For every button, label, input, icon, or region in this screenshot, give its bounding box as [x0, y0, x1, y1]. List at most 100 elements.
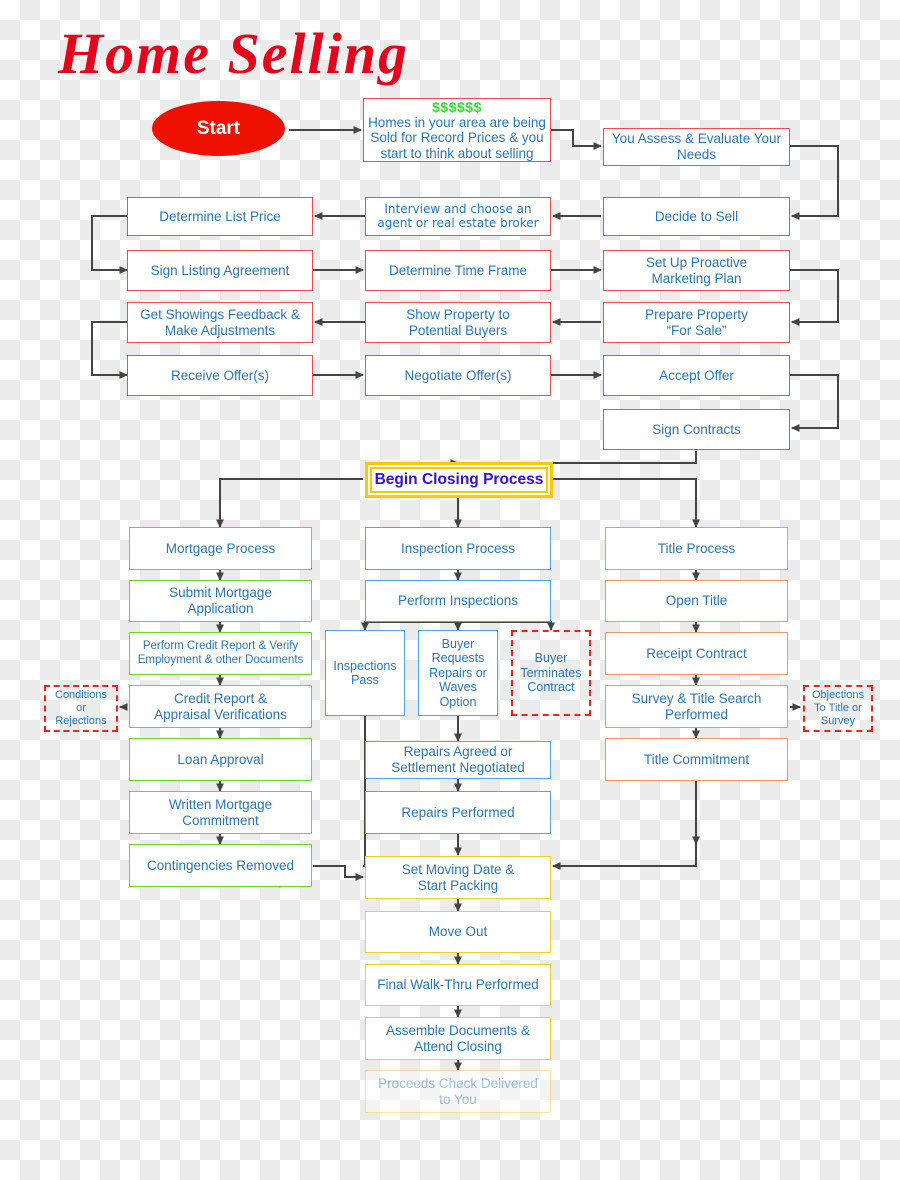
- node-set-moving-date: Set Moving Date & Start Packing: [365, 856, 551, 899]
- node-decide-to-sell: Decide to Sell: [603, 197, 790, 236]
- node-assess-line2: Needs: [676, 147, 717, 162]
- node-title-process-label: Title Process: [657, 540, 736, 556]
- node-inspections-pass-line1: Inspections: [333, 658, 397, 673]
- node-objections-title-survey: Objections To Title or Survey: [803, 685, 873, 732]
- node-credit-report-verify: Perform Credit Report & Verify Employmen…: [129, 632, 312, 675]
- node-showings-feedback-line2: Make Adjustments: [164, 322, 276, 338]
- node-mortgage-process-label: Mortgage Process: [165, 540, 276, 556]
- node-final-walk-thru: Final Walk-Thru Performed: [365, 964, 551, 1006]
- node-buyer-terminates-line2: Terminates: [520, 665, 582, 680]
- node-inspections-pass-line2: Pass: [351, 673, 379, 687]
- node-receive-offers-label: Receive Offer(s): [170, 367, 270, 383]
- node-open-title-label: Open Title: [665, 593, 728, 609]
- node-marketing-plan-line2: Marketing Plan: [651, 270, 742, 286]
- node-buyer-terminates-contract: Buyer Terminates Contract: [511, 630, 591, 716]
- node-objections-line3: Survey: [820, 715, 856, 728]
- node-buyer-requests-repairs: Buyer Requests Repairs or Waves Option: [418, 630, 498, 716]
- start-label: Start: [196, 117, 241, 139]
- node-accept-offer-label: Accept Offer: [659, 367, 734, 383]
- node-loan-approval-label: Loan Approval: [177, 751, 264, 767]
- node-inspections-pass: Inspections Pass: [325, 630, 405, 716]
- node-buyer-terminates-line3: Contract: [527, 680, 575, 695]
- money-symbols: $$$$$$: [432, 98, 482, 115]
- node-interview-agent: Interview and choose an agent or real es…: [365, 197, 551, 236]
- node-submit-mortgage-line1: Submit Mortgage: [169, 585, 272, 601]
- node-title-process: Title Process: [605, 527, 788, 570]
- flowchart-canvas: Home Selling Start $$$$$$ Homes in your …: [0, 0, 900, 1180]
- node-assess-line1: You Assess & Evaluate Your: [611, 131, 782, 147]
- node-proceeds-check-line1: Proceeds Check Delivered: [378, 1075, 538, 1091]
- node-objections-line1: Objections: [812, 688, 864, 701]
- node-buyer-requests-line1: Buyer: [441, 637, 475, 652]
- node-conditions-line3: Rejections: [55, 715, 107, 728]
- node-marketing-plan-line1: Set Up Proactive: [645, 254, 748, 270]
- node-perform-inspections-label: Perform Inspections: [397, 593, 519, 609]
- node-prepare-property-line1: Prepare Property: [645, 306, 748, 322]
- node-conditions-line1: Conditions: [55, 688, 107, 701]
- node-prepare-property-line2: “For Sale”: [666, 322, 727, 338]
- node-determine-list-price-label: Determine List Price: [159, 208, 281, 224]
- node-survey-line2: Performed: [664, 706, 729, 722]
- node-repairs-agreed-line1: Repairs Agreed or: [403, 744, 513, 760]
- node-contingencies-removed: Contingencies Removed: [129, 844, 312, 887]
- node-show-property: Show Property to Potential Buyers: [365, 302, 551, 343]
- node-showings-feedback-line1: Get Showings Feedback &: [140, 306, 300, 322]
- node-buyer-requests-line2: Requests: [431, 651, 485, 666]
- node-assemble-docs-line1: Assemble Documents &: [385, 1022, 531, 1038]
- node-submit-mortgage-application: Submit Mortgage Application: [129, 580, 312, 622]
- node-repairs-performed: Repairs Performed: [365, 791, 551, 834]
- node-buyer-terminates-line1: Buyer: [534, 651, 568, 666]
- node-written-commitment-line2: Commitment: [182, 812, 259, 828]
- node-mortgage-process: Mortgage Process: [129, 527, 312, 570]
- node-credit-appraisal-line1: Credit Report &: [173, 690, 268, 706]
- node-decide-to-sell-label: Decide to Sell: [654, 208, 739, 224]
- node-survey-title-search: Survey & Title Search Performed: [605, 685, 788, 728]
- node-show-property-line2: Potential Buyers: [408, 322, 508, 338]
- node-begin-closing-process: Begin Closing Process: [365, 462, 553, 498]
- node-receipt-contract-label: Receipt Contract: [646, 645, 747, 661]
- node-sign-contracts: Sign Contracts: [603, 409, 790, 450]
- node-credit-verify-line1: Perform Credit Report & Verify: [142, 640, 299, 653]
- node-set-moving-date-line2: Start Packing: [417, 877, 499, 893]
- node-objections-line2: To Title or: [814, 701, 862, 714]
- node-title-commitment: Title Commitment: [605, 738, 788, 781]
- node-prepare-property: Prepare Property “For Sale”: [603, 302, 790, 343]
- node-interview-line1: Interview and choose an: [384, 201, 532, 216]
- node-move-out-label: Move Out: [428, 924, 488, 940]
- node-credit-verify-line2: Employment & other Documents: [137, 653, 304, 666]
- node-perform-inspections: Perform Inspections: [365, 580, 551, 622]
- node-determine-time-frame: Determine Time Frame: [365, 250, 551, 291]
- node-conditions-line2: or: [76, 701, 86, 714]
- node-determine-time-frame-label: Determine Time Frame: [388, 262, 528, 278]
- node-market-conditions: $$$$$$ Homes in your area are being Sold…: [363, 98, 551, 162]
- node-final-walk-label: Final Walk-Thru Performed: [377, 977, 539, 993]
- node-determine-list-price: Determine List Price: [127, 197, 313, 236]
- node-loan-approval: Loan Approval: [129, 738, 312, 781]
- node-proceeds-check-line2: to You: [439, 1091, 477, 1107]
- node-market-line3: start to think about selling: [380, 145, 534, 161]
- node-title-commitment-label: Title Commitment: [643, 751, 750, 767]
- node-assess-needs: You Assess & Evaluate Your Needs: [603, 128, 790, 166]
- node-contingencies-removed-label: Contingencies Removed: [146, 857, 295, 873]
- node-showings-feedback: Get Showings Feedback & Make Adjustments: [127, 302, 313, 343]
- node-credit-appraisal-verifications: Credit Report & Appraisal Verifications: [129, 685, 312, 728]
- node-buyer-requests-line3: Repairs or: [429, 665, 487, 680]
- node-marketing-plan: Set Up Proactive Marketing Plan: [603, 250, 790, 291]
- node-set-moving-date-line1: Set Moving Date &: [401, 861, 515, 877]
- node-show-property-line1: Show Property to: [406, 306, 510, 322]
- node-survey-line1: Survey & Title Search: [631, 690, 762, 706]
- node-sign-listing-agreement: Sign Listing Agreement: [127, 250, 313, 291]
- node-interview-line2: agent or real estate broker: [377, 215, 539, 230]
- node-sign-contracts-label: Sign Contracts: [652, 421, 741, 437]
- node-repairs-performed-label: Repairs Performed: [401, 804, 515, 820]
- node-buyer-requests-line4: Waves: [439, 680, 477, 695]
- start-node: Start: [152, 101, 285, 156]
- node-repairs-agreed-line2: Settlement Negotiated: [391, 760, 525, 775]
- node-submit-mortgage-line2: Application: [187, 601, 254, 616]
- node-repairs-agreed: Repairs Agreed or Settlement Negotiated: [365, 741, 551, 779]
- node-credit-appraisal-line2: Appraisal Verifications: [154, 706, 287, 722]
- node-sign-listing-label: Sign Listing Agreement: [150, 262, 290, 278]
- node-accept-offer: Accept Offer: [603, 355, 790, 396]
- node-written-commitment-line1: Written Mortgage: [168, 796, 273, 812]
- node-assemble-documents: Assemble Documents & Attend Closing: [365, 1017, 551, 1060]
